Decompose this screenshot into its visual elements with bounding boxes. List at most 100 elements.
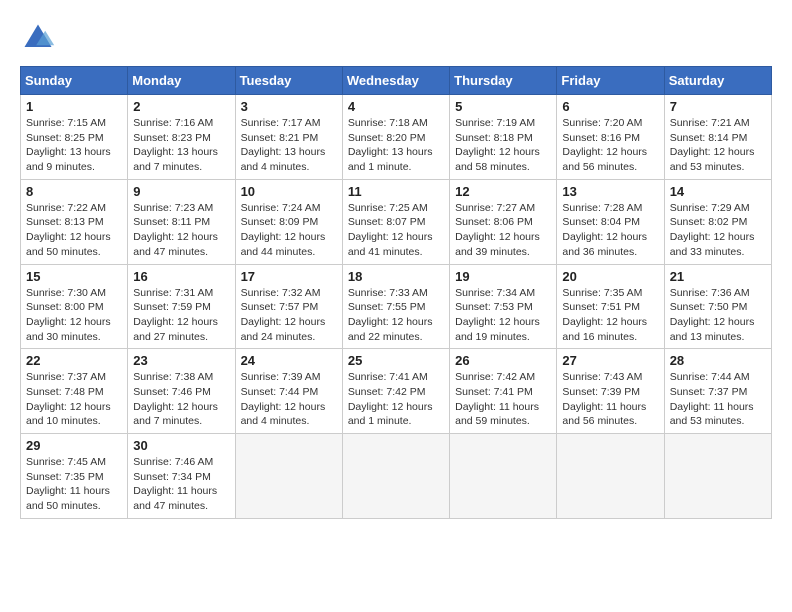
calendar-cell — [664, 434, 771, 519]
col-header-sunday: Sunday — [21, 67, 128, 95]
day-number: 25 — [348, 353, 444, 368]
day-info: Sunrise: 7:31 AM Sunset: 7:59 PM Dayligh… — [133, 286, 229, 345]
calendar-cell: 16 Sunrise: 7:31 AM Sunset: 7:59 PM Dayli… — [128, 264, 235, 349]
day-info: Sunrise: 7:27 AM Sunset: 8:06 PM Dayligh… — [455, 201, 551, 260]
day-info: Sunrise: 7:19 AM Sunset: 8:18 PM Dayligh… — [455, 116, 551, 175]
calendar-cell: 15Sunrise: 7:30 AM Sunset: 8:00 PM Dayli… — [21, 264, 128, 349]
calendar-cell: 24Sunrise: 7:39 AM Sunset: 7:44 PM Dayli… — [235, 349, 342, 434]
day-number: 3 — [241, 99, 337, 114]
day-number: 9 — [133, 184, 229, 199]
calendar-cell: 21Sunrise: 7:36 AM Sunset: 7:50 PM Dayli… — [664, 264, 771, 349]
day-number: 23 — [133, 353, 229, 368]
calendar-cell: 11 Sunrise: 7:25 AM Sunset: 8:07 PM Dayli… — [342, 179, 449, 264]
week-row-2: 8 Sunrise: 7:22 AM Sunset: 8:13 PM Daylig… — [21, 179, 772, 264]
calendar-cell — [450, 434, 557, 519]
logo-icon — [20, 20, 56, 56]
calendar-cell — [235, 434, 342, 519]
day-info: Sunrise: 7:15 AM Sunset: 8:25 PM Dayligh… — [26, 116, 122, 175]
page-header — [20, 20, 772, 56]
day-info: Sunrise: 7:22 AM Sunset: 8:13 PM Dayligh… — [26, 201, 122, 260]
calendar-cell: 30 Sunrise: 7:46 AM Sunset: 7:34 PM Dayli… — [128, 434, 235, 519]
calendar-cell: 3 Sunrise: 7:17 AM Sunset: 8:21 PM Daylig… — [235, 95, 342, 180]
calendar-cell: 12Sunrise: 7:27 AM Sunset: 8:06 PM Dayli… — [450, 179, 557, 264]
day-info: Sunrise: 7:35 AM Sunset: 7:51 PM Dayligh… — [562, 286, 658, 345]
day-info: Sunrise: 7:20 AM Sunset: 8:16 PM Dayligh… — [562, 116, 658, 175]
day-info: Sunrise: 7:18 AM Sunset: 8:20 PM Dayligh… — [348, 116, 444, 175]
day-number: 27 — [562, 353, 658, 368]
week-row-3: 15Sunrise: 7:30 AM Sunset: 8:00 PM Dayli… — [21, 264, 772, 349]
calendar-cell: 8 Sunrise: 7:22 AM Sunset: 8:13 PM Daylig… — [21, 179, 128, 264]
day-info: Sunrise: 7:29 AM Sunset: 8:02 PM Dayligh… — [670, 201, 766, 260]
day-info: Sunrise: 7:23 AM Sunset: 8:11 PM Dayligh… — [133, 201, 229, 260]
calendar-cell: 20 Sunrise: 7:35 AM Sunset: 7:51 PM Dayli… — [557, 264, 664, 349]
day-info: Sunrise: 7:38 AM Sunset: 7:46 PM Dayligh… — [133, 370, 229, 429]
day-info: Sunrise: 7:45 AM Sunset: 7:35 PM Dayligh… — [26, 455, 122, 514]
day-info: Sunrise: 7:25 AM Sunset: 8:07 PM Dayligh… — [348, 201, 444, 260]
day-number: 26 — [455, 353, 551, 368]
day-number: 21 — [670, 269, 766, 284]
day-number: 5 — [455, 99, 551, 114]
calendar-cell: 5 Sunrise: 7:19 AM Sunset: 8:18 PM Daylig… — [450, 95, 557, 180]
calendar-cell: 28 Sunrise: 7:44 AM Sunset: 7:37 PM Dayli… — [664, 349, 771, 434]
calendar-cell: 7 Sunrise: 7:21 AM Sunset: 8:14 PM Daylig… — [664, 95, 771, 180]
day-info: Sunrise: 7:30 AM Sunset: 8:00 PM Dayligh… — [26, 286, 122, 345]
day-number: 19 — [455, 269, 551, 284]
calendar-cell: 25 Sunrise: 7:41 AM Sunset: 7:42 PM Dayli… — [342, 349, 449, 434]
calendar-cell: 17 Sunrise: 7:32 AM Sunset: 7:57 PM Dayli… — [235, 264, 342, 349]
day-number: 29 — [26, 438, 122, 453]
week-row-1: 1 Sunrise: 7:15 AM Sunset: 8:25 PM Daylig… — [21, 95, 772, 180]
calendar-cell: 10 Sunrise: 7:24 AM Sunset: 8:09 PM Dayli… — [235, 179, 342, 264]
calendar-cell: 23 Sunrise: 7:38 AM Sunset: 7:46 PM Dayli… — [128, 349, 235, 434]
week-row-5: 29 Sunrise: 7:45 AM Sunset: 7:35 PM Dayli… — [21, 434, 772, 519]
calendar-cell — [557, 434, 664, 519]
col-header-tuesday: Tuesday — [235, 67, 342, 95]
day-number: 28 — [670, 353, 766, 368]
day-info: Sunrise: 7:16 AM Sunset: 8:23 PM Dayligh… — [133, 116, 229, 175]
header-row: SundayMondayTuesdayWednesdayThursdayFrid… — [21, 67, 772, 95]
calendar-cell: 13 Sunrise: 7:28 AM Sunset: 8:04 PM Dayli… — [557, 179, 664, 264]
day-info: Sunrise: 7:43 AM Sunset: 7:39 PM Dayligh… — [562, 370, 658, 429]
calendar-cell: 29 Sunrise: 7:45 AM Sunset: 7:35 PM Dayli… — [21, 434, 128, 519]
calendar-cell: 18Sunrise: 7:33 AM Sunset: 7:55 PM Dayli… — [342, 264, 449, 349]
day-info: Sunrise: 7:32 AM Sunset: 7:57 PM Dayligh… — [241, 286, 337, 345]
calendar-cell: 1 Sunrise: 7:15 AM Sunset: 8:25 PM Daylig… — [21, 95, 128, 180]
day-number: 8 — [26, 184, 122, 199]
calendar-cell: 6 Sunrise: 7:20 AM Sunset: 8:16 PM Daylig… — [557, 95, 664, 180]
day-number: 6 — [562, 99, 658, 114]
day-number: 20 — [562, 269, 658, 284]
calendar-cell: 27 Sunrise: 7:43 AM Sunset: 7:39 PM Dayli… — [557, 349, 664, 434]
day-number: 11 — [348, 184, 444, 199]
day-info: Sunrise: 7:21 AM Sunset: 8:14 PM Dayligh… — [670, 116, 766, 175]
day-number: 10 — [241, 184, 337, 199]
col-header-wednesday: Wednesday — [342, 67, 449, 95]
day-info: Sunrise: 7:42 AM Sunset: 7:41 PM Dayligh… — [455, 370, 551, 429]
col-header-thursday: Thursday — [450, 67, 557, 95]
day-number: 17 — [241, 269, 337, 284]
day-number: 16 — [133, 269, 229, 284]
calendar-cell: 2Sunrise: 7:16 AM Sunset: 8:23 PM Daylig… — [128, 95, 235, 180]
col-header-monday: Monday — [128, 67, 235, 95]
logo — [20, 20, 60, 56]
col-header-friday: Friday — [557, 67, 664, 95]
day-info: Sunrise: 7:17 AM Sunset: 8:21 PM Dayligh… — [241, 116, 337, 175]
calendar-cell: 9 Sunrise: 7:23 AM Sunset: 8:11 PM Daylig… — [128, 179, 235, 264]
day-number: 1 — [26, 99, 122, 114]
day-number: 7 — [670, 99, 766, 114]
calendar-cell: 14 Sunrise: 7:29 AM Sunset: 8:02 PM Dayli… — [664, 179, 771, 264]
calendar-cell — [342, 434, 449, 519]
day-info: Sunrise: 7:24 AM Sunset: 8:09 PM Dayligh… — [241, 201, 337, 260]
calendar-cell: 26 Sunrise: 7:42 AM Sunset: 7:41 PM Dayli… — [450, 349, 557, 434]
day-number: 13 — [562, 184, 658, 199]
calendar-cell: 19 Sunrise: 7:34 AM Sunset: 7:53 PM Dayli… — [450, 264, 557, 349]
day-info: Sunrise: 7:44 AM Sunset: 7:37 PM Dayligh… — [670, 370, 766, 429]
calendar-cell: 22Sunrise: 7:37 AM Sunset: 7:48 PM Dayli… — [21, 349, 128, 434]
day-info: Sunrise: 7:37 AM Sunset: 7:48 PM Dayligh… — [26, 370, 122, 429]
day-info: Sunrise: 7:34 AM Sunset: 7:53 PM Dayligh… — [455, 286, 551, 345]
day-info: Sunrise: 7:41 AM Sunset: 7:42 PM Dayligh… — [348, 370, 444, 429]
day-info: Sunrise: 7:46 AM Sunset: 7:34 PM Dayligh… — [133, 455, 229, 514]
week-row-4: 22Sunrise: 7:37 AM Sunset: 7:48 PM Dayli… — [21, 349, 772, 434]
day-number: 14 — [670, 184, 766, 199]
day-number: 30 — [133, 438, 229, 453]
col-header-saturday: Saturday — [664, 67, 771, 95]
day-info: Sunrise: 7:28 AM Sunset: 8:04 PM Dayligh… — [562, 201, 658, 260]
